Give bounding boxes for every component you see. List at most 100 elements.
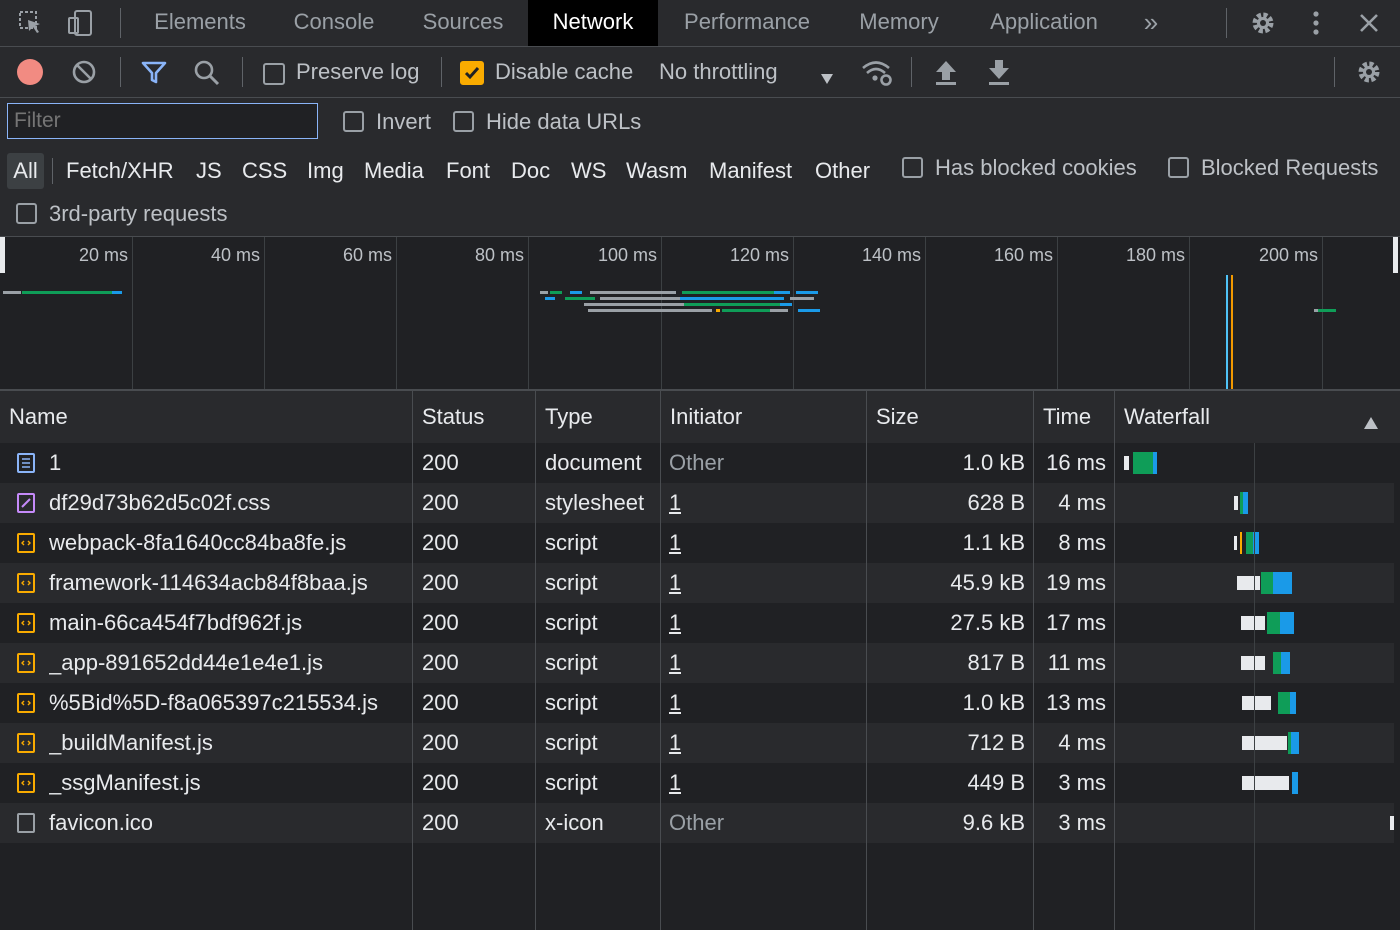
filter-type-css[interactable]: CSS [242, 153, 287, 189]
tab-performance[interactable]: Performance [660, 0, 834, 46]
filter-type-manifest[interactable]: Manifest [709, 153, 792, 189]
record-icon[interactable] [17, 59, 43, 85]
table-row[interactable]: favicon.ico 200 x-icon Other 9.6 kB 3 ms [0, 803, 1400, 843]
request-name[interactable]: favicon.ico [49, 803, 409, 843]
preserve-log-checkbox[interactable] [263, 63, 285, 85]
request-initiator[interactable]: 1 [669, 483, 681, 523]
table-row[interactable]: framework-114634acb84f8baa.js 200 script 1 4… [0, 563, 1400, 603]
filter-type-all[interactable]: All [7, 153, 44, 189]
close-icon[interactable] [1356, 10, 1382, 36]
tab-elements[interactable]: Elements [132, 0, 268, 46]
filter-funnel-icon[interactable] [140, 59, 168, 87]
filter-type-other[interactable]: Other [815, 153, 870, 189]
request-initiator[interactable]: 1 [669, 763, 681, 803]
column-header-waterfall[interactable]: Waterfall [1115, 391, 1355, 443]
table-row[interactable]: main-66ca454f7bdf962f.js 200 script 1 27.5 k… [0, 603, 1400, 643]
third-party-requests-checkbox[interactable] [16, 203, 37, 224]
waterfall-scrollbar-track [1394, 443, 1400, 930]
network-overview-timeline[interactable]: 20 ms 40 ms 60 ms 80 ms 100 ms 120 ms 14… [0, 237, 1400, 391]
request-time: 3 ms [1058, 810, 1106, 835]
search-icon[interactable] [193, 59, 221, 87]
column-header-name[interactable]: Name [0, 391, 412, 443]
filter-type-doc[interactable]: Doc [511, 153, 550, 189]
request-initiator[interactable]: 1 [669, 563, 681, 603]
tab-application[interactable]: Application [964, 0, 1124, 46]
filter-type-js[interactable]: JS [196, 153, 222, 189]
filter-type-img[interactable]: Img [307, 153, 344, 189]
request-name[interactable]: _app-891652dd44e1e4e1.js [49, 643, 409, 683]
request-type: document [545, 450, 642, 475]
overview-bar [570, 291, 582, 294]
request-name[interactable]: %5Bid%5D-f8a065397c215534.js [49, 683, 409, 723]
overview-left-handle[interactable] [0, 237, 5, 273]
request-name[interactable]: df29d73b62d5c02f.css [49, 483, 409, 523]
network-toolbar: Preserve log Disable cache No throttling [0, 47, 1400, 98]
request-initiator[interactable]: 1 [669, 723, 681, 763]
device-toolbar-icon[interactable] [66, 8, 96, 38]
overview-tick-label: 160 ms [993, 245, 1053, 265]
more-options-icon[interactable] [1306, 8, 1326, 38]
overview-bar [682, 291, 774, 294]
request-name[interactable]: _ssgManifest.js [49, 763, 409, 803]
more-tabs-button[interactable]: » [1136, 0, 1166, 46]
throttling-select[interactable]: No throttling [659, 59, 778, 85]
tab-console[interactable]: Console [270, 0, 398, 46]
request-size: 449 B [967, 770, 1026, 795]
table-row[interactable]: _buildManifest.js 200 script 1 712 B 4 ms [0, 723, 1400, 763]
network-settings-gear-icon[interactable] [1354, 57, 1384, 87]
filter-type-fetch-xhr[interactable]: Fetch/XHR [66, 153, 174, 189]
table-row[interactable]: _ssgManifest.js 200 script 1 449 B 3 ms [0, 763, 1400, 803]
request-name[interactable]: webpack-8fa1640cc84ba8fe.js [49, 523, 409, 563]
request-name[interactable]: _buildManifest.js [49, 723, 409, 763]
network-conditions-icon[interactable] [860, 57, 894, 87]
column-header-initiator[interactable]: Initiator [661, 391, 866, 443]
request-name[interactable]: main-66ca454f7bdf962f.js [49, 603, 409, 643]
table-row[interactable]: df29d73b62d5c02f.css 200 stylesheet 1 628 B 4… [0, 483, 1400, 523]
filter-type-media[interactable]: Media [364, 153, 424, 189]
column-header-time[interactable]: Time [1034, 391, 1114, 443]
clear-icon[interactable] [71, 59, 97, 85]
overview-right-handle[interactable] [1393, 237, 1398, 273]
chevron-down-icon[interactable] [820, 65, 834, 84]
request-initiator[interactable]: 1 [669, 683, 681, 723]
invert-checkbox[interactable] [343, 111, 364, 132]
column-header-type[interactable]: Type [536, 391, 660, 443]
sort-ascending-icon[interactable] [1363, 410, 1379, 429]
hide-data-urls-checkbox[interactable] [453, 111, 474, 132]
request-status: 200 [422, 730, 459, 755]
separator [911, 57, 912, 87]
script-icon [17, 613, 35, 633]
import-har-upload-icon[interactable] [933, 57, 959, 87]
request-initiator[interactable]: 1 [669, 603, 681, 643]
request-initiator[interactable]: 1 [669, 643, 681, 683]
request-name[interactable]: 1 [49, 443, 409, 483]
request-size: 628 B [967, 490, 1026, 515]
blocked-requests-checkbox[interactable] [1168, 157, 1189, 178]
filter-input[interactable] [7, 103, 318, 139]
tab-network[interactable]: Network [528, 0, 658, 46]
table-row[interactable]: _app-891652dd44e1e4e1.js 200 script 1 817 B 1… [0, 643, 1400, 683]
tab-memory[interactable]: Memory [836, 0, 962, 46]
waterfall-bar [1278, 692, 1290, 714]
request-name[interactable]: framework-114634acb84f8baa.js [49, 563, 409, 603]
request-type: stylesheet [545, 490, 645, 515]
tab-sources[interactable]: Sources [400, 0, 526, 46]
column-header-status[interactable]: Status [413, 391, 535, 443]
table-row[interactable]: 1 200 document Other 1.0 kB 16 ms [0, 443, 1400, 483]
script-icon [17, 693, 35, 713]
disable-cache-checkbox[interactable] [460, 61, 484, 85]
filter-type-ws[interactable]: WS [571, 153, 606, 189]
settings-gear-icon[interactable] [1248, 8, 1278, 38]
table-row[interactable]: webpack-8fa1640cc84ba8fe.js 200 script 1 1.1… [0, 523, 1400, 563]
overview-bar [590, 291, 676, 294]
separator [120, 8, 121, 38]
filter-type-wasm[interactable]: Wasm [626, 153, 688, 189]
has-blocked-cookies-checkbox[interactable] [902, 157, 923, 178]
export-har-download-icon[interactable] [986, 57, 1012, 87]
inspect-element-icon[interactable] [18, 10, 44, 36]
request-initiator[interactable]: 1 [669, 523, 681, 563]
overview-bar [22, 291, 112, 294]
column-header-size[interactable]: Size [867, 391, 1033, 443]
table-row[interactable]: %5Bid%5D-f8a065397c215534.js 200 script 1 1.… [0, 683, 1400, 723]
filter-type-font[interactable]: Font [446, 153, 490, 189]
